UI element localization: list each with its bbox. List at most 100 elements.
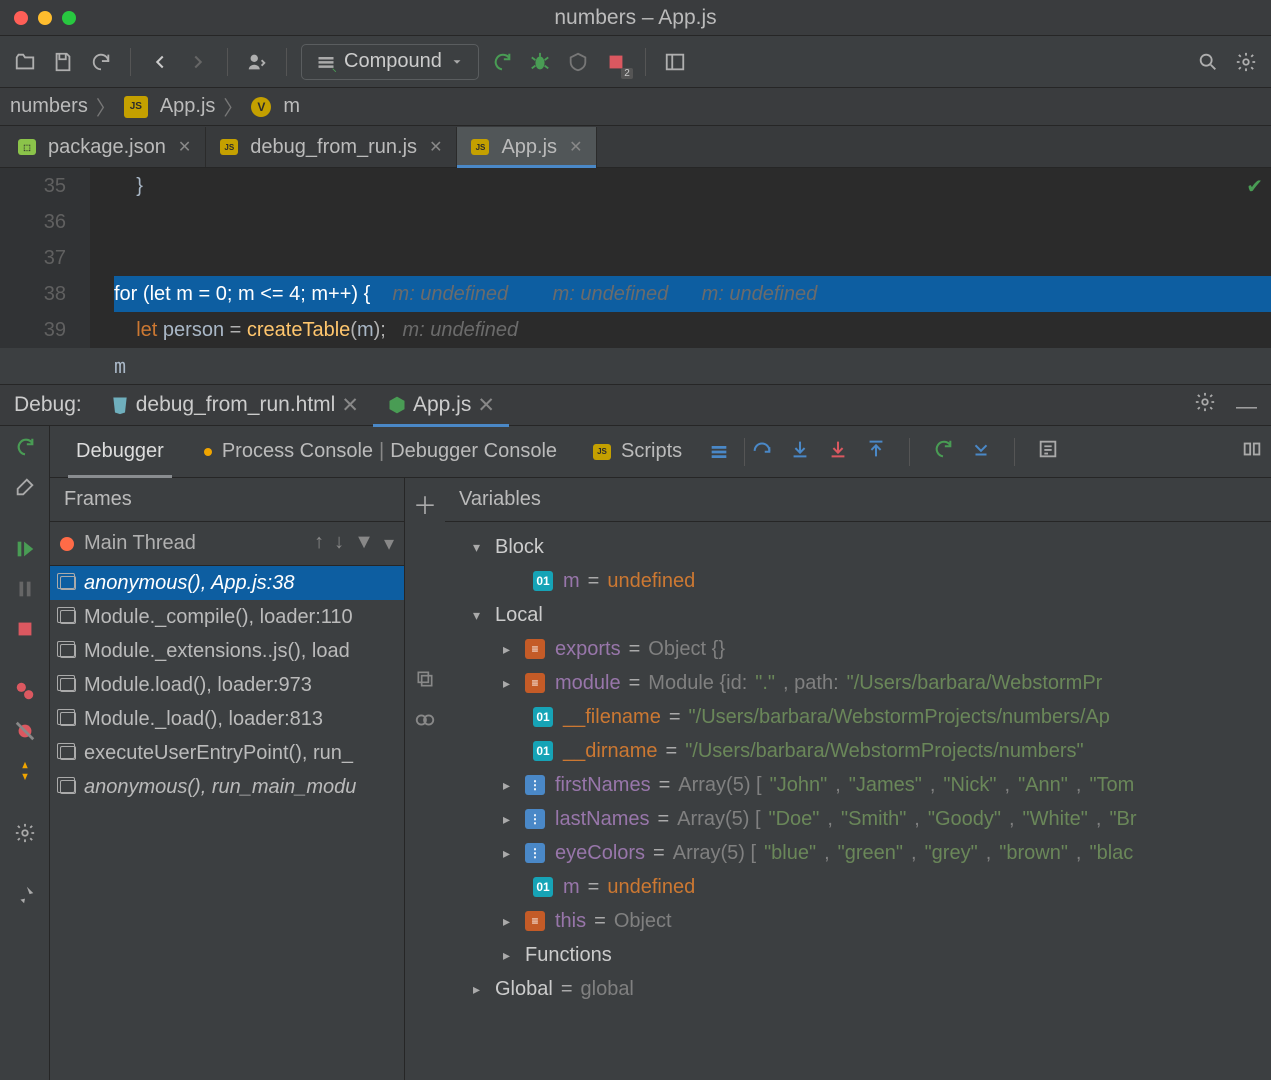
chevron-right-icon[interactable]: ▸: [503, 913, 517, 930]
close-window-button[interactable]: [14, 11, 28, 25]
var-row[interactable]: 01__filename = "/Users/barbara/WebstormP…: [445, 700, 1271, 734]
close-tab-icon[interactable]: ✕: [477, 393, 495, 418]
editor[interactable]: ✔ 35 36 37 38 39 } for (let m = 0; m <= …: [0, 168, 1271, 348]
debug-tab-appjs[interactable]: App.js ✕: [373, 384, 509, 426]
evaluate-icon[interactable]: [1037, 438, 1059, 466]
step-over-icon[interactable]: [751, 438, 773, 466]
line-number[interactable]: 36: [0, 204, 66, 240]
var-scope[interactable]: ▾Block: [445, 530, 1271, 564]
forward-icon[interactable]: [183, 47, 213, 77]
prev-frame-icon[interactable]: ↑: [314, 531, 324, 556]
more-icon[interactable]: ▾: [384, 531, 394, 556]
stop-icon[interactable]: [10, 614, 40, 644]
mute-breakpoints-icon[interactable]: [10, 716, 40, 746]
modify-run-config-icon[interactable]: [10, 472, 40, 502]
chevron-right-icon[interactable]: ▸: [503, 947, 517, 964]
chevron-right-icon[interactable]: ▸: [473, 981, 487, 998]
drop-frame-icon[interactable]: [970, 438, 992, 466]
pin-icon[interactable]: [10, 880, 40, 910]
var-row[interactable]: ▸Global = global: [445, 972, 1271, 1006]
var-row[interactable]: ▸⋮firstNames = Array(5) ["John", "James"…: [445, 768, 1271, 802]
refresh-icon[interactable]: [86, 47, 116, 77]
thread-dump-icon[interactable]: [10, 756, 40, 786]
code-line[interactable]: }: [114, 168, 1271, 204]
rerun-icon[interactable]: [10, 432, 40, 462]
chevron-right-icon[interactable]: ▸: [503, 811, 517, 828]
thread-list-icon[interactable]: [700, 426, 738, 478]
chevron-right-icon[interactable]: ▸: [503, 641, 517, 658]
var-row[interactable]: ▸Functions: [445, 938, 1271, 972]
tab-scripts[interactable]: JS Scripts: [575, 426, 700, 478]
add-watch-icon[interactable]: ＋: [413, 486, 437, 521]
close-tab-icon[interactable]: ✕: [178, 137, 191, 157]
var-row[interactable]: 01m = undefined: [445, 870, 1271, 904]
code-area[interactable]: } for (let m = 0; m <= 4; m++) { m: unde…: [90, 168, 1271, 348]
frame-row[interactable]: anonymous(), run_main_modu: [50, 770, 404, 804]
close-tab-icon[interactable]: ✕: [341, 393, 359, 418]
tab-debug-from-run[interactable]: JS debug_from_run.js ✕: [206, 127, 457, 167]
frame-row[interactable]: anonymous(), App.js:38: [50, 566, 404, 600]
view-breakpoints-icon[interactable]: [10, 676, 40, 706]
settings-icon[interactable]: [1231, 47, 1261, 77]
chevron-down-icon[interactable]: ▾: [473, 539, 487, 556]
var-row[interactable]: 01m = undefined: [445, 564, 1271, 598]
copy-icon[interactable]: [415, 669, 435, 695]
open-icon[interactable]: [10, 47, 40, 77]
debug-settings-icon[interactable]: —: [1194, 391, 1271, 419]
run-with-icon[interactable]: [242, 47, 272, 77]
filter-icon[interactable]: ▼: [354, 531, 374, 556]
var-row[interactable]: ▸≡exports = Object {}: [445, 632, 1271, 666]
tab-debugger[interactable]: Debugger: [58, 426, 182, 478]
force-step-into-icon[interactable]: [827, 438, 849, 466]
var-row[interactable]: ▸≡this = Object: [445, 904, 1271, 938]
back-icon[interactable]: [145, 47, 175, 77]
frame-row[interactable]: Module._compile(), loader:110: [50, 600, 404, 634]
stop-icon[interactable]: 2: [601, 47, 631, 77]
code-line-current[interactable]: for (let m = 0; m <= 4; m++) { m: undefi…: [114, 276, 1271, 312]
thread-row[interactable]: Main Thread ↑ ↓ ▼ ▾: [50, 522, 404, 566]
step-into-icon[interactable]: [789, 438, 811, 466]
line-number[interactable]: 35: [0, 168, 66, 204]
step-out-icon[interactable]: [865, 438, 887, 466]
tab-process-console[interactable]: Process Console | Debugger Console: [182, 426, 575, 478]
var-row[interactable]: ▸≡module = Module {id: ".", path: "/User…: [445, 666, 1271, 700]
debug-tab-html[interactable]: debug_from_run.html ✕: [96, 384, 373, 426]
layout-restore-icon[interactable]: [1241, 438, 1263, 466]
line-number[interactable]: 39: [0, 312, 66, 348]
run-config-selector[interactable]: Compound: [301, 44, 479, 80]
run-icon[interactable]: [487, 47, 517, 77]
save-icon[interactable]: [48, 47, 78, 77]
debug-icon[interactable]: [525, 47, 555, 77]
close-tab-icon[interactable]: ✕: [569, 137, 582, 157]
tab-package-json[interactable]: ⬚ package.json ✕: [4, 127, 206, 167]
pause-icon[interactable]: [10, 574, 40, 604]
frame-row[interactable]: Module.load(), loader:973: [50, 668, 404, 702]
code-line[interactable]: [114, 240, 1271, 276]
var-row[interactable]: ▸⋮eyeColors = Array(5) ["blue", "green",…: [445, 836, 1271, 870]
breadcrumb-file[interactable]: App.js: [160, 95, 216, 118]
var-row[interactable]: 01__dirname = "/Users/barbara/WebstormPr…: [445, 734, 1271, 768]
layout-icon[interactable]: [660, 47, 690, 77]
var-scope[interactable]: ▾Local: [445, 598, 1271, 632]
code-line[interactable]: [114, 204, 1271, 240]
minimize-window-button[interactable]: [38, 11, 52, 25]
close-tab-icon[interactable]: ✕: [429, 137, 442, 157]
frame-row[interactable]: executeUserEntryPoint(), run_: [50, 736, 404, 770]
resume-icon[interactable]: [10, 534, 40, 564]
code-line[interactable]: let person = createTable(m); m: undefine…: [114, 312, 1271, 348]
search-icon[interactable]: [1193, 47, 1223, 77]
watches-icon[interactable]: [414, 709, 436, 737]
frame-row[interactable]: Module._extensions..js(), load: [50, 634, 404, 668]
var-row[interactable]: ▸⋮lastNames = Array(5) ["Doe", "Smith", …: [445, 802, 1271, 836]
zoom-window-button[interactable]: [62, 11, 76, 25]
run-to-cursor-icon[interactable]: [932, 438, 954, 466]
chevron-down-icon[interactable]: ▾: [473, 607, 487, 624]
debug-settings-icon[interactable]: [10, 818, 40, 848]
chevron-right-icon[interactable]: ▸: [503, 845, 517, 862]
line-number[interactable]: 37: [0, 240, 66, 276]
chevron-right-icon[interactable]: ▸: [503, 675, 517, 692]
tab-app-js[interactable]: JS App.js ✕: [457, 127, 597, 167]
line-number[interactable]: 38: [0, 276, 66, 312]
chevron-right-icon[interactable]: ▸: [503, 777, 517, 794]
breadcrumb-project[interactable]: numbers: [10, 95, 88, 118]
